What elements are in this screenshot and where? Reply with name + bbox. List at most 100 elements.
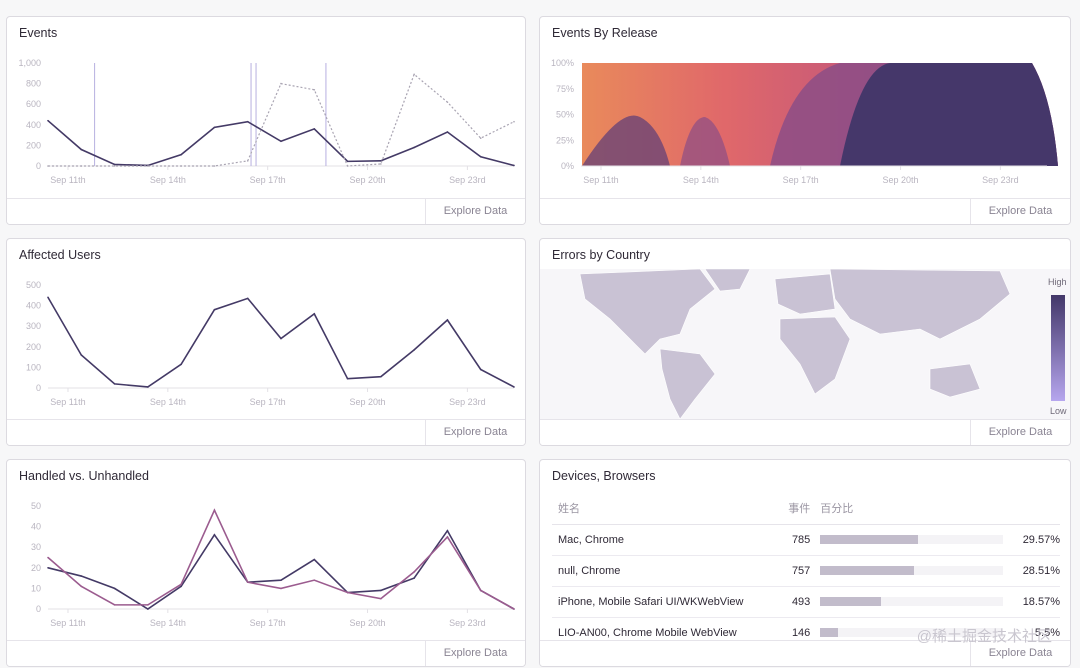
data-point <box>147 386 149 388</box>
data-point <box>280 587 282 590</box>
y-tick-label: 200 <box>26 342 41 352</box>
data-point <box>280 82 282 85</box>
data-point <box>446 536 449 538</box>
data-point <box>47 119 49 122</box>
y-tick-label: 25% <box>556 135 574 145</box>
data-point <box>313 558 316 561</box>
series-line-previous <box>48 73 515 167</box>
explore-data-button[interactable]: Explore Data <box>970 199 1070 224</box>
percent-value: 29.57% <box>1019 524 1060 556</box>
devices-browsers-card: Devices, Browsers 姓名 事件 百分比 Mac, Chrome … <box>539 459 1071 667</box>
data-point <box>413 73 415 76</box>
y-tick-label: 100% <box>551 58 574 68</box>
explore-data-button[interactable]: Explore Data <box>425 420 525 445</box>
data-point <box>80 148 83 151</box>
data-point <box>246 581 249 584</box>
explore-data-button[interactable]: Explore Data <box>970 420 1070 445</box>
data-point <box>80 165 83 167</box>
events-card: Events 0 200 400 600 800 1,000 Sep 11th Sep 14t… <box>6 16 526 225</box>
device-name: Mac, Chrome <box>552 524 761 556</box>
x-tick-label: Sep 17th <box>250 397 286 407</box>
events-chart: 0 200 400 600 800 1,000 Sep 11th Sep 14th Sep 17… <box>18 58 515 185</box>
table-row[interactable]: null, Chrome 757 28.51% <box>552 555 1060 587</box>
data-point <box>47 567 49 569</box>
data-point <box>380 375 382 378</box>
y-tick-label: 400 <box>26 301 41 311</box>
y-tick-label: 200 <box>26 140 41 150</box>
event-count: 785 <box>760 524 821 556</box>
y-tick-label: 40 <box>31 522 41 532</box>
events-by-release-chart: 0% 25% 50% 75% 100% Sep 11th Sep 14th Sep 17th S… <box>551 58 1058 185</box>
series-line-users <box>47 296 515 388</box>
handled-chart: 0 10 20 30 40 50 Sep 11th Sep 14th Sep 17th Sep 2… <box>31 501 515 628</box>
data-point <box>113 163 116 166</box>
data-point <box>513 164 515 167</box>
explore-data-button[interactable]: Explore Data <box>425 641 525 666</box>
data-point <box>413 146 415 149</box>
data-point <box>280 140 282 143</box>
x-tick-label: Sep 17th <box>783 175 819 185</box>
event-count: 757 <box>760 555 821 587</box>
x-tick-label: Sep 23rd <box>449 175 486 185</box>
data-point <box>47 296 49 299</box>
card-title: Handled vs. Unhandled <box>19 469 149 483</box>
y-tick-label: 1,000 <box>18 58 41 68</box>
x-tick-label: Sep 17th <box>250 618 286 628</box>
data-point <box>113 165 116 167</box>
x-tick-label: Sep 23rd <box>982 175 1019 185</box>
event-count: 493 <box>760 586 821 618</box>
data-point <box>180 583 182 586</box>
x-tick-label: Sep 23rd <box>449 618 486 628</box>
data-point <box>147 165 149 167</box>
y-tick-label: 0 <box>36 604 41 614</box>
y-tick-label: 0 <box>36 161 41 171</box>
data-point <box>180 363 182 366</box>
percent-value: 18.57% <box>1019 586 1060 618</box>
card-title: Events <box>19 26 58 40</box>
data-point <box>213 509 216 511</box>
x-tick-label: Sep 14th <box>150 618 186 628</box>
data-point <box>246 160 249 162</box>
x-tick-label: Sep 17th <box>250 175 286 185</box>
y-tick-label: 400 <box>26 120 41 130</box>
release-area-3 <box>840 63 1058 166</box>
x-tick-label: Sep 11th <box>50 397 85 407</box>
handled-card: Handled vs. Unhandled 0 10 20 30 40 50 Sep 11t… <box>6 459 526 667</box>
percent-bar <box>820 524 1020 556</box>
data-point <box>113 604 116 606</box>
data-point <box>246 120 249 123</box>
x-tick-label: Sep 11th <box>583 175 618 185</box>
device-name: null, Chrome <box>552 555 761 587</box>
data-point <box>413 349 415 351</box>
data-point <box>80 354 83 356</box>
data-point <box>446 529 449 532</box>
table-row[interactable]: Mac, Chrome 785 29.57% <box>552 524 1060 556</box>
table-row[interactable]: iPhone, Mobile Safari UI/WKWebView 493 1… <box>552 586 1060 618</box>
x-tick-label: Sep 11th <box>50 175 85 185</box>
data-point <box>180 153 182 156</box>
data-point <box>446 101 449 103</box>
y-tick-label: 800 <box>26 79 41 89</box>
events-by-release-card: Events By Release 0% 25% 50% 75% 100% Sep 11t… <box>539 16 1071 225</box>
x-tick-label: Sep 14th <box>150 175 186 185</box>
x-tick-label: Sep 20th <box>883 175 919 185</box>
x-tick-label: Sep 20th <box>350 175 386 185</box>
y-tick-label: 600 <box>26 99 41 109</box>
data-point <box>213 534 216 536</box>
y-tick-label: 500 <box>26 280 41 290</box>
card-title: Events By Release <box>552 26 658 40</box>
world-map <box>540 268 1070 421</box>
data-point <box>313 128 316 130</box>
watermark: @稀土掘金技术社区 <box>916 628 1052 645</box>
affected-users-card: Affected Users 0 100 200 300 400 500 Sep 11th S… <box>6 238 526 446</box>
legend-low: Low <box>1050 406 1067 416</box>
col-percent: 百分比 <box>820 492 1060 525</box>
y-tick-label: 30 <box>31 542 41 552</box>
data-point <box>80 575 83 577</box>
data-point <box>213 165 216 167</box>
data-point <box>180 585 182 588</box>
explore-data-button[interactable]: Explore Data <box>425 199 525 224</box>
y-tick-label: 50 <box>31 501 41 511</box>
y-tick-label: 20 <box>31 563 41 573</box>
legend-gradient <box>1051 295 1065 401</box>
